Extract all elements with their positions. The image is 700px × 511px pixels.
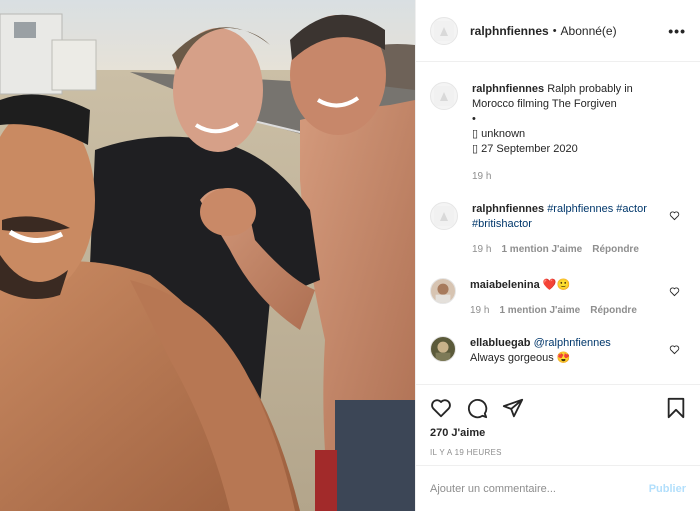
post-actions: 270 J'aime IL Y A 19 HEURES: [416, 384, 700, 464]
add-comment-bar: Publier: [416, 465, 700, 511]
avatar[interactable]: [430, 336, 456, 362]
profile-image-icon: [434, 86, 454, 106]
comment-input[interactable]: [430, 482, 649, 495]
comment-item: maiabelenina ❤️🙂 19 h 1 mention J'aime R…: [430, 278, 686, 318]
caption-meta: 19 h: [472, 169, 662, 184]
post-username[interactable]: ralphnfiennes: [470, 24, 549, 38]
more-options-icon[interactable]: •••: [668, 23, 686, 39]
post-timestamp[interactable]: IL Y A 19 HEURES: [430, 448, 686, 457]
comment-meta: 19 h 1 mention J'aime Répondre: [470, 303, 660, 318]
comment-likes[interactable]: 1 mention J'aime: [499, 303, 580, 318]
comment-text: Always gorgeous 😍: [470, 352, 571, 364]
action-icons: [430, 393, 686, 423]
comment-username[interactable]: ralphnfiennes: [472, 203, 544, 215]
user-avatar-image: [435, 341, 451, 361]
post-header: ralphnfiennes • Abonné(e) •••: [416, 0, 700, 62]
like-count[interactable]: 270 J'aime: [430, 427, 686, 439]
comment-body: ralphnfiennes #ralphfiennes #actor #brit…: [472, 202, 662, 257]
comment-body: ellabluegab @ralphnfiennes Always gorgeo…: [470, 336, 660, 366]
comment-mention[interactable]: @ralphnfiennes: [534, 337, 611, 349]
post-comment-button[interactable]: Publier: [649, 483, 686, 495]
post-photo-illustration: [0, 0, 415, 511]
comment-icon[interactable]: [466, 397, 488, 419]
post-details-panel: ralphnfiennes • Abonné(e) ••• ralphnfien…: [415, 0, 700, 511]
comment-meta: 19 h 1 mention J'aime Répondre: [472, 242, 662, 257]
separator-dot: •: [552, 24, 557, 37]
avatar[interactable]: [430, 278, 456, 304]
post-photo[interactable]: [0, 0, 415, 511]
profile-image-icon: [434, 206, 454, 226]
like-comment-icon[interactable]: [669, 286, 680, 297]
comment-body: maiabelenina ❤️🙂 19 h 1 mention J'aime R…: [470, 278, 660, 318]
caption-body: ralphnfiennes Ralph probably in Morocco …: [472, 82, 662, 184]
avatar[interactable]: [430, 16, 458, 45]
caption-time[interactable]: 19 h: [472, 169, 491, 184]
caption-location: ▯ unknown: [472, 128, 526, 140]
comment-username[interactable]: ellabluegab: [470, 337, 531, 349]
like-icon[interactable]: [430, 397, 452, 419]
avatar[interactable]: [430, 82, 458, 110]
user-avatar-image: [435, 283, 451, 303]
caption-bullet: •: [472, 113, 476, 125]
comment-text: ❤️🙂: [542, 279, 571, 291]
comment-likes[interactable]: 1 mention J'aime: [501, 242, 582, 257]
comment-username[interactable]: maiabelenina: [470, 279, 540, 291]
comment-time[interactable]: 19 h: [470, 303, 489, 318]
profile-image-icon: [434, 20, 454, 41]
caption-date: ▯ 27 September 2020: [472, 143, 578, 155]
comments-list[interactable]: ralphnfiennes Ralph probably in Morocco …: [416, 72, 700, 382]
like-comment-icon[interactable]: [669, 210, 680, 221]
caption: ralphnfiennes Ralph probably in Morocco …: [430, 82, 686, 184]
save-bookmark-icon[interactable]: [666, 397, 686, 419]
reply-button[interactable]: Répondre: [592, 242, 639, 257]
comment-item: ralphnfiennes #ralphfiennes #actor #brit…: [430, 202, 686, 257]
comment-item: ellabluegab @ralphnfiennes Always gorgeo…: [430, 336, 686, 366]
like-comment-icon[interactable]: [669, 344, 680, 355]
comment-time[interactable]: 19 h: [472, 242, 491, 257]
reply-button[interactable]: Répondre: [590, 303, 637, 318]
caption-username[interactable]: ralphnfiennes: [472, 83, 544, 95]
follow-status[interactable]: Abonné(e): [561, 24, 617, 38]
share-icon[interactable]: [502, 397, 524, 419]
avatar[interactable]: [430, 202, 458, 230]
